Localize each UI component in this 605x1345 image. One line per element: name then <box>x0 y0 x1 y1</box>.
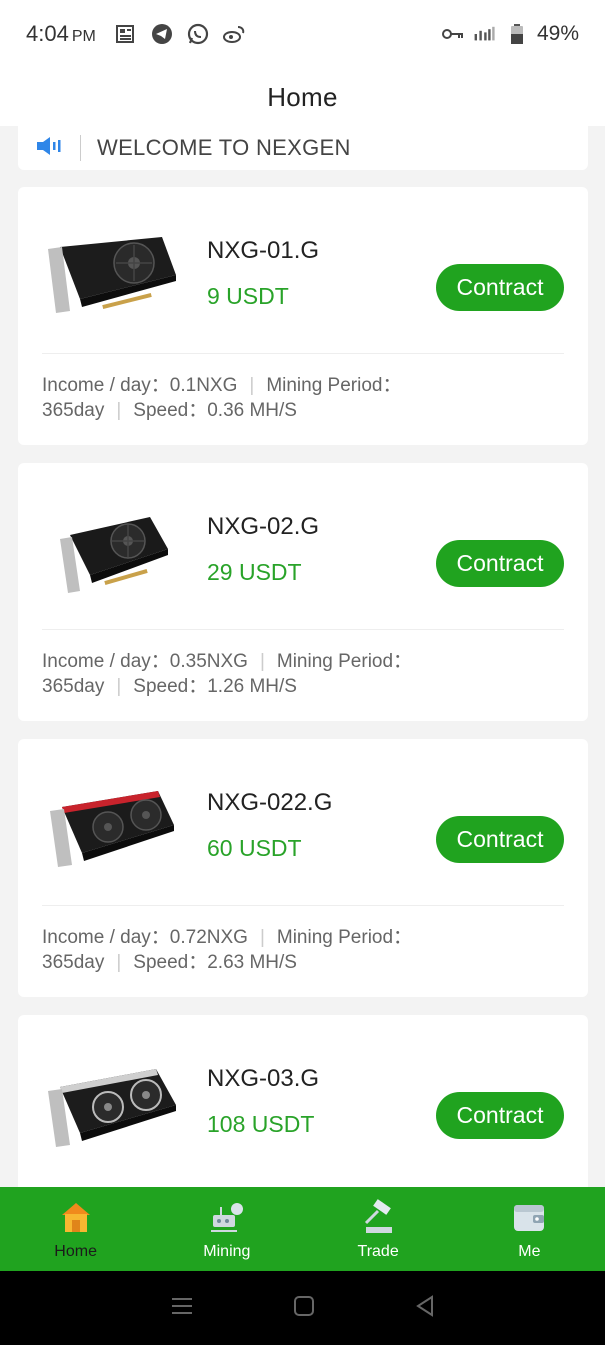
nav-me-label: Me <box>518 1243 541 1260</box>
back-icon[interactable] <box>414 1294 436 1322</box>
trade-icon <box>365 1199 393 1233</box>
info-separator: | <box>259 927 265 948</box>
contract-button[interactable]: Contract <box>436 540 564 587</box>
gpu-image <box>50 791 174 867</box>
gpu-image <box>60 517 168 593</box>
contract-button[interactable]: Contract <box>436 1092 564 1139</box>
gpu-image <box>48 1069 176 1147</box>
notice-divider <box>80 135 81 161</box>
income-per-day: Income / day：0.1NXG <box>42 375 238 396</box>
notice-text: WELCOME TO NEXGEN <box>97 135 351 160</box>
product-name: NXG-01.G <box>207 237 320 264</box>
product-price: 60 USDT <box>207 835 302 861</box>
mining-period-label: Mining Period： <box>276 651 413 672</box>
product-name: NXG-022.G <box>207 789 333 816</box>
weibo-icon <box>222 22 246 46</box>
status-time: 4:04 PM <box>26 21 96 47</box>
mining-period-value: 365day <box>42 952 105 973</box>
page-title: Home <box>267 81 338 112</box>
income-per-day: Income / day：0.72NXG <box>42 927 248 948</box>
info-separator: | <box>116 952 122 973</box>
contract-button[interactable]: Contract <box>436 816 564 863</box>
product-price: 9 USDT <box>207 283 289 309</box>
nav-trade[interactable]: Trade <box>303 1187 454 1271</box>
wallet-icon <box>514 1205 545 1231</box>
info-separator: | <box>249 375 255 396</box>
product-price: 108 USDT <box>207 1111 315 1137</box>
hash-speed: Speed：0.36 MH/S <box>133 400 297 421</box>
recents-icon[interactable] <box>170 1296 194 1321</box>
home-button-icon[interactable] <box>293 1295 315 1322</box>
hash-speed: Speed：1.26 MH/S <box>133 676 297 697</box>
card-divider <box>42 353 564 354</box>
nav-trade-label: Trade <box>357 1243 399 1260</box>
nav-me[interactable]: Me <box>454 1187 605 1271</box>
home-icon <box>61 1203 90 1232</box>
notice-bar[interactable]: WELCOME TO NEXGEN <box>18 126 588 170</box>
battery-icon <box>505 22 529 46</box>
mining-period-value: 365day <box>42 676 105 697</box>
vpn-key-icon <box>441 22 465 46</box>
whatsapp-icon <box>186 22 210 46</box>
speaker-icon <box>36 135 64 162</box>
gpu-image <box>48 237 176 313</box>
mining-period-label: Mining Period： <box>266 375 402 396</box>
product-name: NXG-03.G <box>207 1065 320 1092</box>
mining-period-label: Mining Period： <box>276 927 413 948</box>
status-right: 49% <box>441 22 579 46</box>
product-info: Income / day：0.1NXG | Mining Period： 365da… <box>42 373 564 423</box>
signal-icon <box>473 22 497 46</box>
bottom-nav: Home Mining Trade Me <box>0 1187 605 1271</box>
mining-period-value: 365day <box>42 400 105 421</box>
battery-percent: 49% <box>536 22 579 45</box>
card-divider <box>42 905 564 906</box>
status-ampm: PM <box>71 28 96 45</box>
news-icon <box>114 22 138 46</box>
product-info: Income / day：0.72NXG | Mining Period： 365d… <box>42 925 564 975</box>
notification-icons <box>114 22 246 46</box>
nav-home-label: Home <box>54 1243 97 1260</box>
info-separator: | <box>116 676 122 697</box>
product-card[interactable]: NXG-01.G 9 USDT Contract Income / day：0.… <box>18 187 588 445</box>
hash-speed: Speed：2.63 MH/S <box>133 952 297 973</box>
income-per-day: Income / day：0.35NXG <box>42 651 248 672</box>
product-card[interactable]: NXG-022.G 60 USDT Contract Income / day：… <box>18 739 588 997</box>
status-bar: 4:04 PM 49% <box>0 0 605 68</box>
nav-home[interactable]: Home <box>0 1187 151 1271</box>
nav-mining-label: Mining <box>203 1243 251 1260</box>
info-separator: | <box>116 400 122 421</box>
telegram-icon <box>150 22 174 46</box>
product-info: Income / day：0.35NXG | Mining Period： 365d… <box>42 649 564 699</box>
product-name: NXG-02.G <box>207 513 320 540</box>
info-separator: | <box>259 651 265 672</box>
mining-icon <box>210 1203 243 1232</box>
card-divider <box>42 629 564 630</box>
system-nav-bar <box>0 1271 605 1345</box>
app-header: Home <box>0 68 605 126</box>
product-card[interactable]: NXG-02.G 29 USDT Contract Income / day：0… <box>18 463 588 721</box>
product-price: 29 USDT <box>207 559 302 585</box>
status-time-value: 4:04 <box>26 21 69 46</box>
nav-mining[interactable]: Mining <box>151 1187 302 1271</box>
contract-button[interactable]: Contract <box>436 264 564 311</box>
